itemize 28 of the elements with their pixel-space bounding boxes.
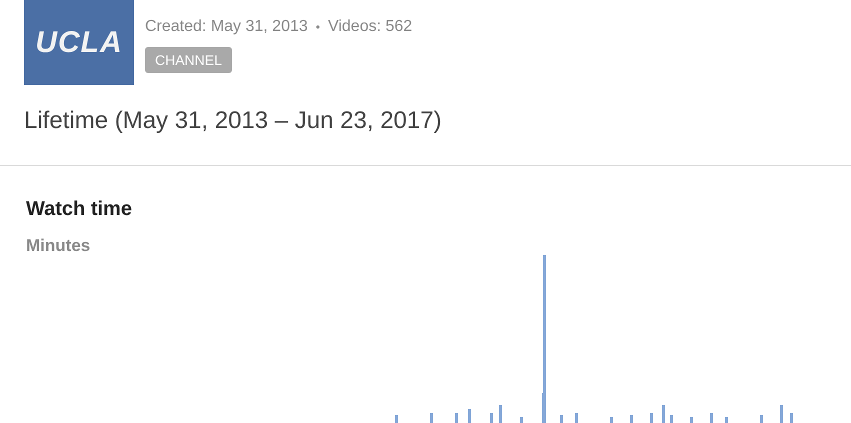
chart-bar xyxy=(575,413,578,423)
chart-bar xyxy=(499,405,502,423)
metric-title: Watch time xyxy=(26,198,133,221)
chart-bar xyxy=(490,413,493,423)
chart-bar xyxy=(725,417,728,423)
chart-bar xyxy=(710,413,713,423)
chart-bar xyxy=(662,405,665,423)
chart-bar xyxy=(630,415,633,423)
video-count: Videos: 562 xyxy=(328,18,412,36)
chart-bar xyxy=(690,417,693,423)
chart-bar xyxy=(468,409,471,423)
chart-bar xyxy=(780,405,783,423)
chart-bar xyxy=(760,415,763,423)
chart-bar xyxy=(790,413,793,423)
chart-bar xyxy=(430,413,433,423)
date-range: Lifetime (May 31, 2013 – Jun 23, 2017) xyxy=(24,107,443,135)
chart-bar xyxy=(650,413,653,423)
separator-dot: • xyxy=(316,19,320,36)
logo-text: UCLA xyxy=(35,26,123,60)
chart-bar xyxy=(455,413,458,423)
chart-bar xyxy=(670,415,673,423)
chart-bar xyxy=(395,415,398,423)
channel-badge: CHANNEL xyxy=(145,47,232,73)
chart-bar xyxy=(560,415,563,423)
created-date: Created: May 31, 2013 xyxy=(145,18,308,36)
chart-bar xyxy=(520,417,523,423)
chart-bar xyxy=(610,417,613,423)
metric-unit: Minutes xyxy=(26,236,92,256)
